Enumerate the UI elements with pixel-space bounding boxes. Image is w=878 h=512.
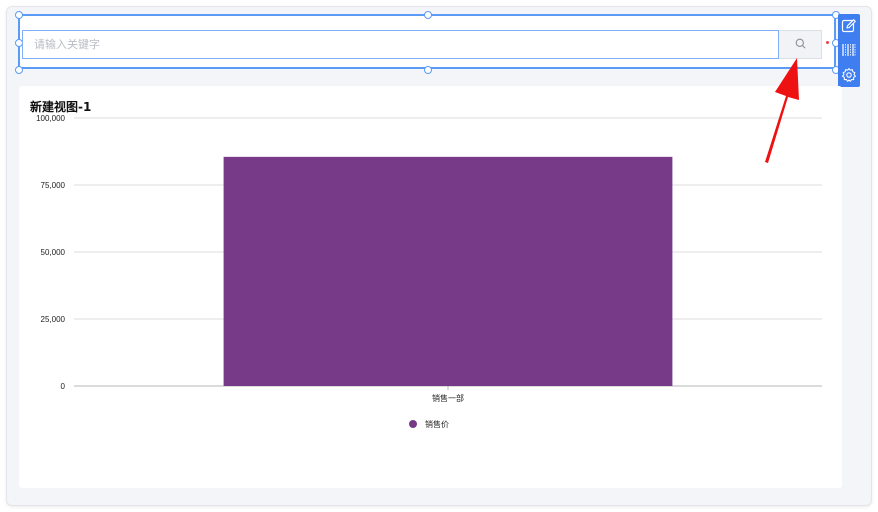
bar[interactable] — [223, 156, 673, 386]
y-tick-label: 0 — [61, 382, 66, 391]
x-axis-ticks: 销售一部 — [432, 386, 464, 403]
y-tick-label: 25,000 — [41, 315, 66, 324]
legend-label[interactable]: 销售价 — [425, 419, 449, 429]
bar-chart: 0 25,000 50,000 75,000 100,000 销售一部 销售价 — [36, 114, 822, 429]
y-tick-label: 100,000 — [36, 114, 65, 123]
y-tick-label: 75,000 — [41, 181, 66, 190]
chart-bars — [223, 156, 673, 386]
legend-marker[interactable] — [409, 420, 417, 428]
chart-legend[interactable]: 销售价 — [409, 419, 449, 429]
y-tick-label: 50,000 — [41, 248, 66, 257]
y-axis-ticks: 0 25,000 50,000 75,000 100,000 — [36, 114, 65, 391]
x-tick-label: 销售一部 — [432, 393, 464, 403]
